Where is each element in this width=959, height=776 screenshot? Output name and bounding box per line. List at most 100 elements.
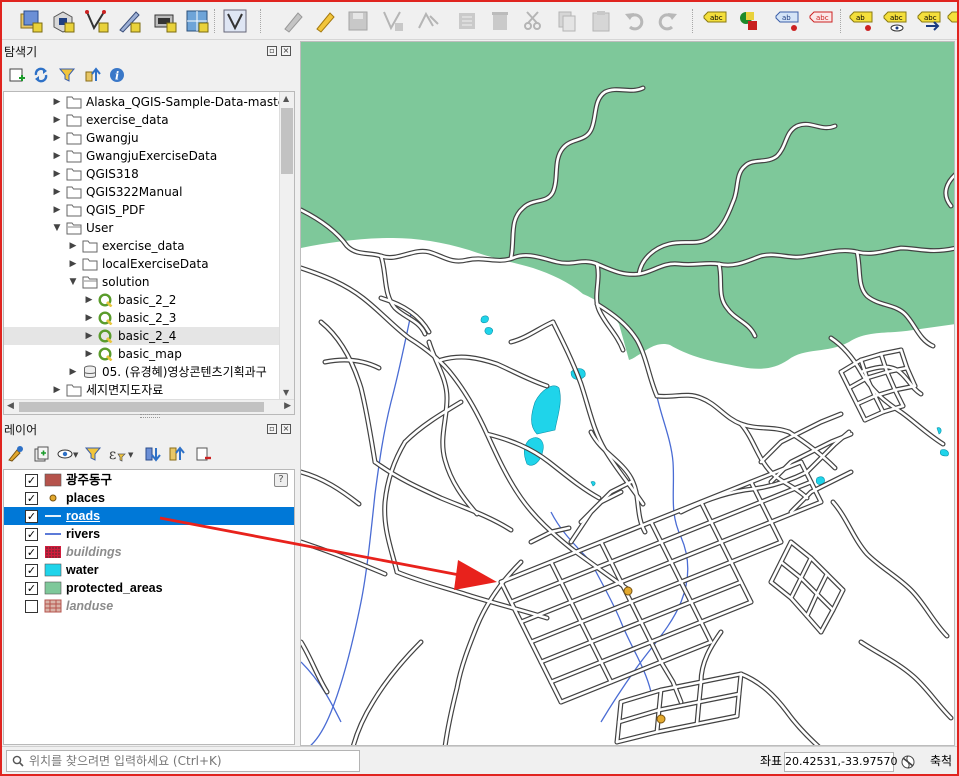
browser-item[interactable]: ▼ solution: [4, 273, 280, 291]
layer-visibility-checkbox[interactable]: ✓: [25, 528, 38, 541]
layer-visibility-checkbox[interactable]: ✓: [25, 474, 38, 487]
browser-item[interactable]: ▶ basic_2_4: [4, 327, 280, 345]
expand-arrow-icon[interactable]: ▶: [84, 309, 94, 327]
close-panel-icon[interactable]: ×: [281, 46, 291, 56]
paste-features-icon[interactable]: [554, 8, 580, 34]
add-point-feature-icon[interactable]: [380, 8, 406, 34]
panel-splitter[interactable]: [140, 414, 160, 418]
cut-features-icon[interactable]: [487, 8, 513, 34]
label-abc-icon[interactable]: abc: [702, 8, 728, 34]
browser-item[interactable]: ▶ 세지면지도자료: [4, 381, 280, 399]
browser-horizontal-scrollbar[interactable]: ◀ ▶: [4, 399, 294, 414]
close-panel-icon[interactable]: ×: [281, 424, 291, 434]
visibility-dropdown-icon[interactable]: ▼: [73, 451, 78, 459]
collapse-arrow-icon[interactable]: ▼: [52, 219, 62, 237]
add-feature-pen-icon[interactable]: [116, 8, 142, 34]
filter-legend-icon[interactable]: [84, 445, 102, 463]
browser-item[interactable]: ▶ QGIS322Manual: [4, 183, 280, 201]
refresh-icon[interactable]: [32, 66, 50, 84]
map-canvas[interactable]: [300, 41, 955, 746]
expand-arrow-icon[interactable]: ▶: [84, 327, 94, 345]
remove-layer-icon[interactable]: [194, 445, 212, 463]
layer-item[interactable]: ✓ roads: [4, 507, 294, 525]
delete-selected-icon[interactable]: [454, 8, 480, 34]
toggle-extents-icon[interactable]: [900, 754, 916, 770]
copy-features-icon[interactable]: [520, 8, 546, 34]
highlight-pinned-labels-icon[interactable]: abc: [882, 8, 908, 34]
toggle-label-display-icon[interactable]: abc: [916, 8, 942, 34]
browser-item[interactable]: ▶ basic_map: [4, 345, 280, 363]
collapse-arrow-icon[interactable]: ▼: [68, 273, 78, 291]
expand-arrow-icon[interactable]: ▶: [52, 111, 62, 129]
float-panel-icon[interactable]: ▫: [267, 46, 277, 56]
digitize-pencil-icon[interactable]: [312, 8, 338, 34]
pin-labels-icon[interactable]: ab: [774, 8, 800, 34]
expand-arrow-icon[interactable]: ▶: [52, 93, 62, 111]
info-icon[interactable]: i: [108, 66, 126, 84]
vertex-editor-icon[interactable]: [416, 8, 442, 34]
browser-item[interactable]: ▶ Alaska_QGIS-Sample-Data-master: [4, 93, 291, 111]
browser-item[interactable]: ▶ QGIS_PDF: [4, 201, 280, 219]
browser-item[interactable]: ▼ User: [4, 219, 280, 237]
layer-item[interactable]: ✓ rivers: [4, 525, 294, 543]
preview-labels-icon[interactable]: ab: [848, 8, 874, 34]
new-geopackage-layer-icon[interactable]: [50, 8, 76, 34]
browser-item[interactable]: ▶ 05. (유경혜)영상콘텐츠기획과구: [4, 363, 280, 381]
expand-arrow-icon[interactable]: ▶: [68, 237, 78, 255]
expand-all-icon[interactable]: [144, 445, 162, 463]
browser-item[interactable]: ▶ basic_2_3: [4, 309, 280, 327]
browser-item[interactable]: ▶ basic_2_2: [4, 291, 280, 309]
float-panel-icon[interactable]: ▫: [267, 424, 277, 434]
expand-arrow-icon[interactable]: ▶: [52, 201, 62, 219]
expand-arrow-icon[interactable]: ▶: [68, 255, 78, 273]
save-edits-icon[interactable]: [345, 8, 371, 34]
digitize-vector-icon[interactable]: [84, 8, 110, 34]
manage-visibility-icon[interactable]: [56, 445, 74, 463]
browser-item[interactable]: ▶ localExerciseData: [4, 255, 280, 273]
locator-search-input[interactable]: 위치를 찾으려면 입력하세요 (Ctrl+K): [6, 750, 360, 772]
coordinate-field[interactable]: 20.42531,-33.97570: [784, 752, 897, 772]
add-grid-icon[interactable]: [184, 8, 210, 34]
add-selected-layers-icon[interactable]: [8, 66, 26, 84]
toggle-edit-icon[interactable]: [280, 8, 306, 34]
collapse-all-icon[interactable]: [84, 66, 102, 84]
layer-item[interactable]: landuse: [4, 597, 294, 615]
layer-item[interactable]: ✓ protected_areas: [4, 579, 294, 597]
add-label-icon[interactable]: [946, 8, 958, 34]
expand-arrow-icon[interactable]: ▶: [52, 183, 62, 201]
layer-help-badge[interactable]: ?: [274, 473, 288, 487]
vertex-tool-icon[interactable]: [222, 8, 248, 34]
layer-labeling-icon[interactable]: [736, 8, 762, 34]
browser-item[interactable]: ▶ QGIS318: [4, 165, 280, 183]
layer-visibility-checkbox[interactable]: ✓: [25, 582, 38, 595]
open-data-source-manager-icon[interactable]: [18, 8, 44, 34]
expand-arrow-icon[interactable]: ▶: [68, 363, 78, 381]
filter-icon[interactable]: [58, 66, 76, 84]
expand-arrow-icon[interactable]: ▶: [52, 165, 62, 183]
browser-vertical-scrollbar[interactable]: ▲ ▼: [279, 92, 294, 399]
layer-visibility-checkbox[interactable]: ✓: [25, 546, 38, 559]
expand-arrow-icon[interactable]: ▶: [52, 381, 62, 399]
layer-visibility-checkbox[interactable]: ✓: [25, 510, 38, 523]
layer-item[interactable]: ✓ buildings: [4, 543, 294, 561]
undo-icon[interactable]: [622, 8, 648, 34]
layer-item[interactable]: ✓ 광주동구?: [4, 471, 294, 489]
scrollbar-thumb[interactable]: [19, 402, 264, 412]
browser-item[interactable]: ▶ GwangjuExerciseData: [4, 147, 280, 165]
layer-item[interactable]: ✓ places: [4, 489, 294, 507]
redo-icon[interactable]: [654, 8, 680, 34]
layer-visibility-checkbox[interactable]: ✓: [25, 564, 38, 577]
add-group-icon[interactable]: [32, 445, 50, 463]
paste-clipboard-icon[interactable]: [588, 8, 614, 34]
collapse-all-layers-icon[interactable]: [168, 445, 186, 463]
expand-arrow-icon[interactable]: ▶: [52, 147, 62, 165]
layer-styling-icon[interactable]: [6, 445, 24, 463]
expand-arrow-icon[interactable]: ▶: [84, 291, 94, 309]
browser-item[interactable]: ▶ exercise_data: [4, 237, 280, 255]
expand-arrow-icon[interactable]: ▶: [52, 129, 62, 147]
new-virtual-layer-icon[interactable]: [152, 8, 178, 34]
browser-item[interactable]: ▶ Gwangju: [4, 129, 280, 147]
expression-dropdown-icon[interactable]: ▼: [128, 451, 133, 459]
layer-visibility-checkbox[interactable]: ✓: [25, 492, 38, 505]
layer-item[interactable]: ✓ water: [4, 561, 294, 579]
